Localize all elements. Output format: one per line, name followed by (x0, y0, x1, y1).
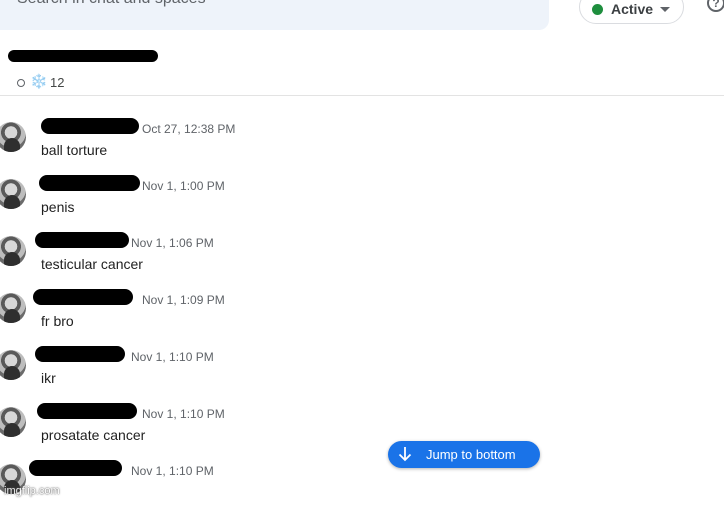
message-timestamp: Nov 1, 1:10 PM (131, 464, 214, 478)
status-circle-icon (17, 79, 25, 87)
avatar[interactable] (0, 179, 26, 209)
snowflake-icon: ❄️ (30, 73, 48, 89)
message-timestamp: Oct 27, 12:38 PM (142, 122, 236, 136)
message-item: Nov 1, 1:06 PM testicular cancer (0, 231, 724, 288)
message-text: ball torture (41, 142, 108, 158)
member-count[interactable]: 12 (50, 75, 64, 90)
message-item: Oct 27, 12:38 PM ball torture (0, 117, 724, 174)
arrow-down-icon (398, 447, 412, 462)
status-label: Active (611, 1, 654, 17)
message-text: ikr (41, 370, 56, 386)
message-timestamp: Nov 1, 1:09 PM (142, 293, 225, 307)
avatar[interactable] (0, 407, 26, 437)
top-bar: Search in chat and spaces Active ? (0, 0, 724, 40)
redacted-sender-name (33, 289, 133, 305)
search-placeholder: Search in chat and spaces (17, 0, 206, 8)
chevron-down-icon (660, 7, 670, 12)
message-item: Nov 1, 1:10 PM ikr (0, 345, 724, 402)
avatar[interactable] (0, 236, 26, 266)
status-dropdown[interactable]: Active (579, 0, 684, 24)
message-item: Nov 1, 1:09 PM fr bro (0, 288, 724, 345)
message-timestamp: Nov 1, 1:10 PM (142, 407, 225, 421)
watermark: imgflip.com (4, 485, 60, 497)
message-timestamp: Nov 1, 1:00 PM (142, 179, 225, 193)
message-timestamp: Nov 1, 1:10 PM (131, 350, 214, 364)
redacted-sender-name (29, 460, 122, 476)
redacted-sender-name (41, 118, 139, 134)
message-text: prosatate cancer (41, 427, 146, 443)
redacted-sender-name (37, 403, 137, 419)
avatar[interactable] (0, 350, 26, 380)
avatar[interactable] (0, 122, 26, 152)
message-text: testicular cancer (41, 256, 143, 272)
message-item: Nov 1, 1:00 PM penis (0, 174, 724, 231)
avatar[interactable] (0, 293, 26, 323)
message-item: Nov 1, 1:10 PM (0, 459, 724, 516)
help-icon[interactable]: ? (707, 0, 724, 12)
redacted-sender-name (39, 175, 140, 191)
redacted-space-name (8, 50, 158, 62)
message-item: Nov 1, 1:10 PM prosatate cancer (0, 402, 724, 459)
jump-to-bottom-label: Jump to bottom (426, 447, 516, 462)
redacted-sender-name (35, 232, 129, 248)
message-text: penis (41, 199, 75, 215)
message-text: fr bro (41, 313, 74, 329)
status-dot-icon (592, 4, 603, 15)
search-input[interactable]: Search in chat and spaces (0, 0, 549, 30)
space-header: ❄️ 12 (0, 40, 724, 96)
jump-to-bottom-button[interactable]: Jump to bottom (388, 441, 540, 468)
redacted-sender-name (35, 346, 125, 362)
message-timestamp: Nov 1, 1:06 PM (131, 236, 214, 250)
message-list: Oct 27, 12:38 PM ball torture Nov 1, 1:0… (0, 96, 724, 500)
